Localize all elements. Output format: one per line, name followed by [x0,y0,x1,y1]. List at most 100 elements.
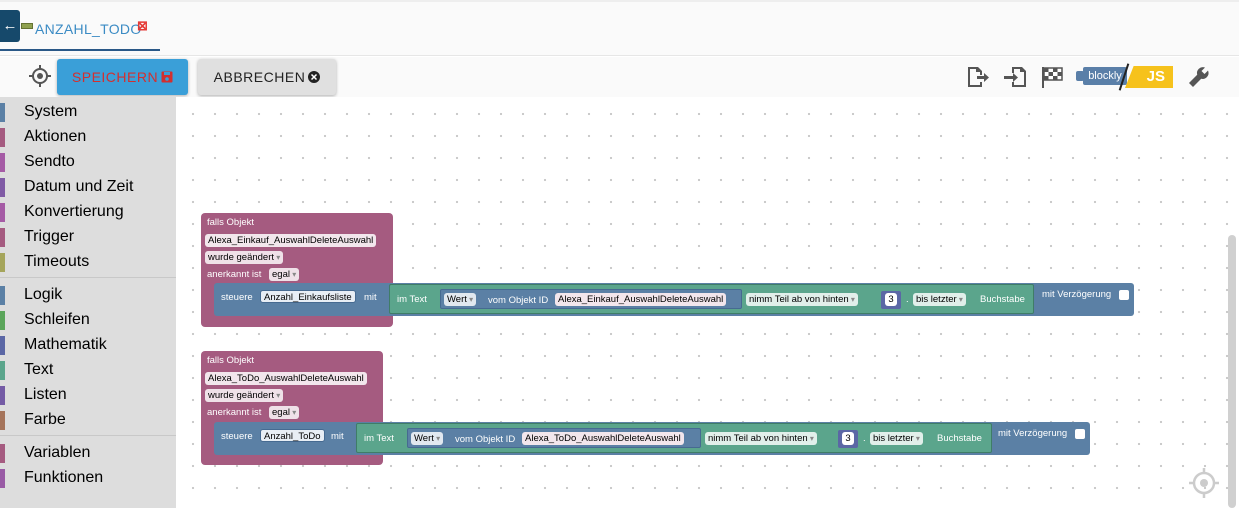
with-label: mit [331,431,344,442]
delay-checkbox[interactable] [1119,290,1129,300]
text-substring-block[interactable]: im Text Wert vom Objekt ID Alexa_Einkauf… [389,284,1034,314]
get-value-block[interactable]: Wert vom Objekt ID Alexa_ToDo_AuswahlDel… [407,428,701,448]
blockly-js-toggle[interactable]: blockly JS [1075,63,1175,91]
control-label: steuere [221,431,253,442]
floppy-disk-icon [161,71,173,83]
category-label: Variablen [24,444,91,461]
category-datum-und-zeit[interactable]: Datum und Zeit [0,175,176,200]
value-dropdown[interactable]: Wert [411,432,444,445]
cancel-button-label: ABBRECHEN [213,69,306,85]
toolbox-sidebar: System Aktionen Sendto Datum und Zeit Ko… [0,97,176,508]
category-color [0,311,5,330]
object-id-field[interactable]: Alexa_Einkauf_AuswahlDeleteAuswahl [205,234,377,247]
number-block[interactable]: 3 [881,291,901,309]
change-dropdown[interactable]: wurde geändert [205,251,284,264]
tab-anzahl-todo[interactable]: ← ANZAHL_TODO ⊠ [0,10,160,51]
vertical-scrollbar[interactable] [1228,235,1236,508]
import-icon[interactable] [1004,65,1028,89]
text-substring-block[interactable]: im Text Wert vom Objekt ID Alexa_ToDo_Au… [356,423,992,453]
category-color [0,128,5,147]
category-aktionen[interactable]: Aktionen [0,125,176,150]
category-funktionen[interactable]: Funktionen [0,466,176,491]
close-tab-icon[interactable]: ⊠ [137,19,148,32]
category-konvertierung[interactable]: Konvertierung [0,200,176,225]
object-id-field[interactable]: Alexa_ToDo_AuswahlDeleteAuswahl [205,372,367,385]
object-id-field[interactable]: Alexa_Einkauf_AuswahlDeleteAuswahl [555,293,727,306]
in-text-label: im Text [364,433,394,444]
delay-checkbox[interactable] [1075,429,1085,439]
number-field[interactable]: 3 [885,293,897,306]
category-label: Schleifen [24,311,90,328]
wrench-icon[interactable] [1187,65,1211,89]
letter-label: Buchstabe [980,294,1025,305]
with-label: mit [364,292,377,303]
get-value-block[interactable]: Wert vom Objekt ID Alexa_Einkauf_Auswahl… [440,289,742,309]
variable-field[interactable]: Anzahl_ToDo [260,429,325,442]
category-color [0,103,5,122]
script-icon [21,23,33,29]
close-circle-icon [308,71,321,83]
ack-dropdown[interactable]: egal [269,268,300,281]
save-button[interactable]: SPEICHERN [57,59,188,95]
category-color [0,444,5,463]
category-color [0,253,5,272]
checkered-flag-icon[interactable] [1040,65,1064,89]
substring-mode-dropdown[interactable]: nimm Teil ab von hinten [705,432,817,445]
variable-field[interactable]: Anzahl_Einkaufsliste [260,290,356,303]
dot-label: . [906,294,909,305]
substring-mode-dropdown[interactable]: nimm Teil ab von hinten [746,293,858,306]
category-color [0,153,5,172]
in-text-label: im Text [397,294,427,305]
category-label: Konvertierung [24,203,124,220]
category-listen[interactable]: Listen [0,383,176,408]
control-block[interactable]: steuere Anzahl_Einkaufsliste mit im Text… [214,283,1134,316]
category-schleifen[interactable]: Schleifen [0,308,176,333]
ack-label: anerkannt ist [207,269,262,280]
category-color [0,469,5,488]
category-color [0,203,5,222]
value-dropdown[interactable]: Wert [444,293,477,306]
category-farbe[interactable]: Farbe [0,408,176,433]
category-color [0,361,5,380]
number-block[interactable]: 3 [838,430,858,448]
ack-dropdown[interactable]: egal [269,406,300,419]
tab-bar: ← ANZAHL_TODO ⊠ [0,0,1239,56]
number-field[interactable]: 3 [842,432,854,445]
to-last-dropdown[interactable]: bis letzter [870,432,923,445]
export-icon[interactable] [965,65,989,89]
category-text[interactable]: Text [0,358,176,383]
js-label: JS [1125,66,1173,88]
category-timeouts[interactable]: Timeouts [0,250,176,275]
category-label: Timeouts [24,253,90,270]
back-arrow-icon[interactable]: ← [0,10,20,42]
category-mathematik[interactable]: Mathematik [0,333,176,358]
control-block[interactable]: steuere Anzahl_ToDo mit im Text Wert vom… [214,422,1090,455]
category-color [0,228,5,247]
recenter-icon[interactable] [1189,468,1219,498]
category-sendto[interactable]: Sendto [0,150,176,175]
category-label: Sendto [24,153,75,170]
control-label: steuere [221,292,253,303]
category-label: Listen [24,386,67,403]
category-color [0,411,5,430]
change-dropdown[interactable]: wurde geändert [205,389,284,402]
category-logik[interactable]: Logik [0,283,176,308]
dot-label: . [863,433,866,444]
category-trigger[interactable]: Trigger [0,225,176,250]
cancel-button[interactable]: ABBRECHEN [198,59,336,95]
blockly-workspace[interactable]: falls Objekt Alexa_Einkauf_AuswahlDelete… [176,97,1239,508]
category-label: Text [24,361,54,378]
letter-label: Buchstabe [937,433,982,444]
object-id-field[interactable]: Alexa_ToDo_AuswahlDeleteAuswahl [522,432,684,445]
to-last-dropdown[interactable]: bis letzter [913,293,966,306]
category-label: Logik [24,286,63,303]
category-system[interactable]: System [0,100,176,125]
category-label: Funktionen [24,469,104,486]
delay-label: mit Verzögerung [998,428,1068,439]
toolbar: SPEICHERN ABBRECHEN blockly JS [0,57,1239,97]
delay-label: mit Verzögerung [1042,289,1112,300]
category-label: Trigger [24,228,75,245]
locate-icon[interactable] [29,65,51,87]
category-variablen[interactable]: Variablen [0,441,176,466]
of-object-label: vom Objekt ID [455,434,516,445]
